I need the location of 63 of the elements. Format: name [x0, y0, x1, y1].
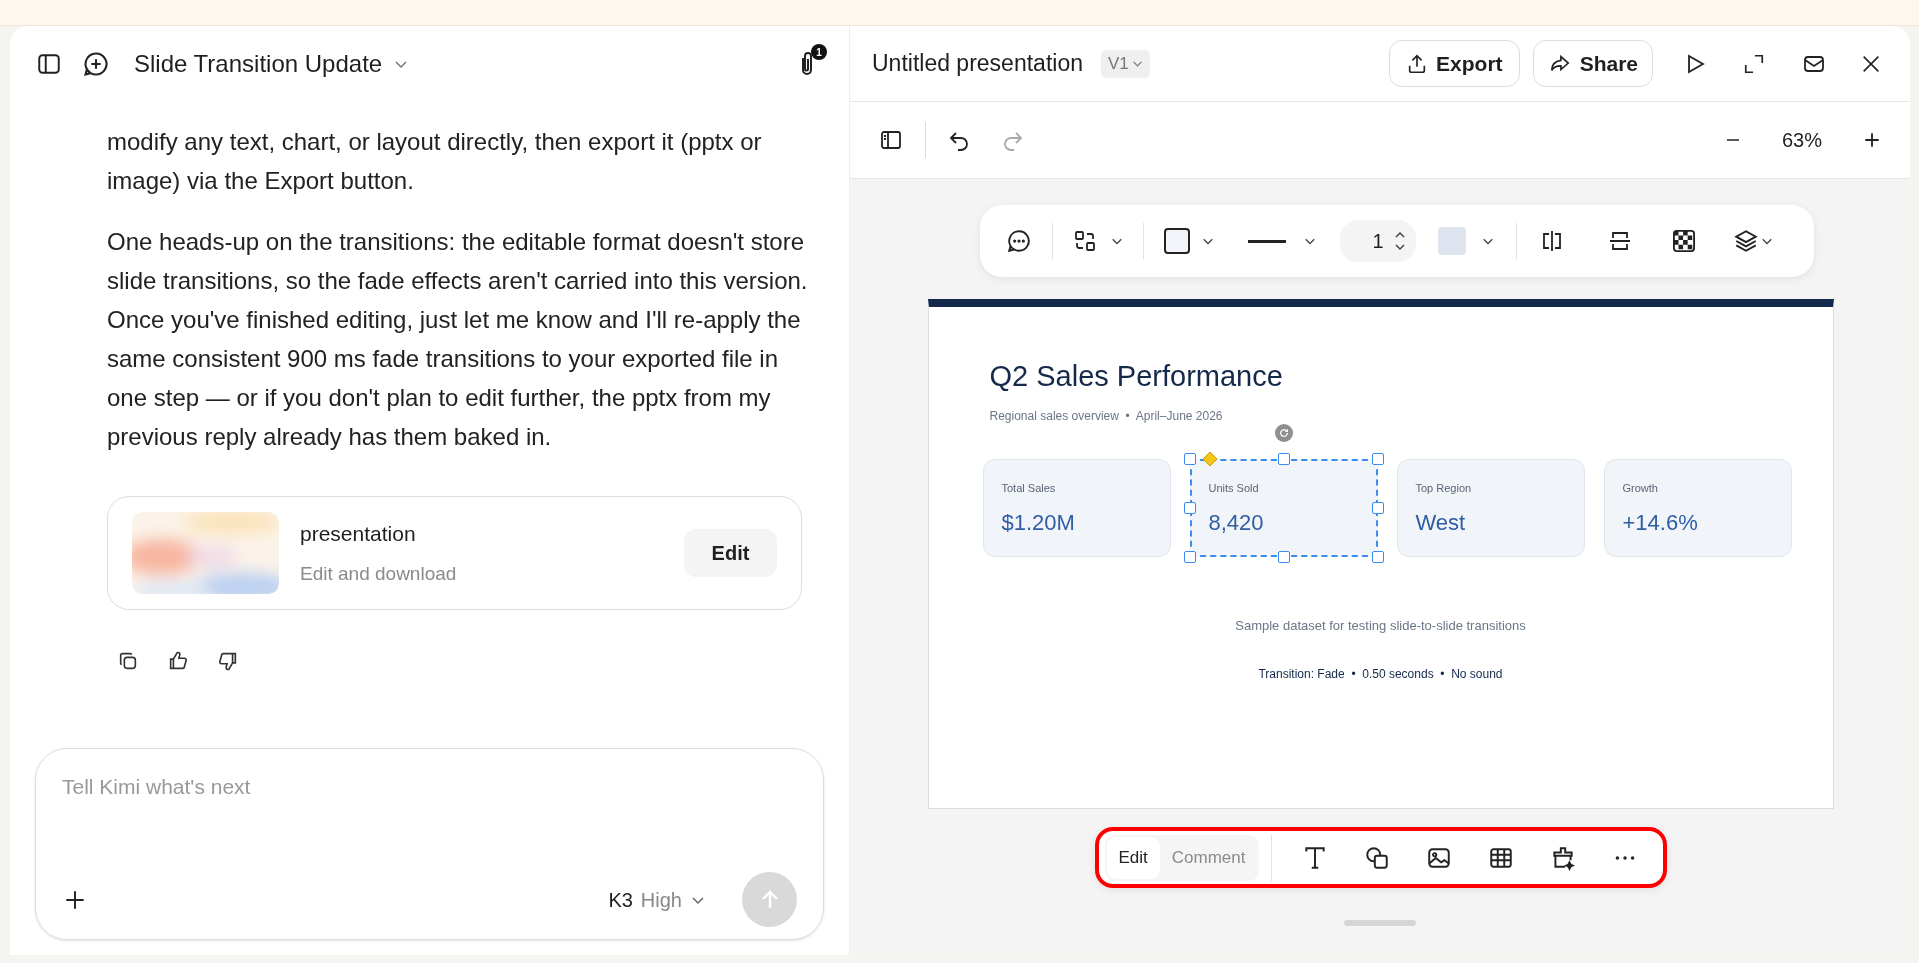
fullscreen-icon[interactable]	[1743, 52, 1765, 75]
line-width-stepper[interactable]: 1	[1339, 220, 1416, 262]
layers-icon	[1732, 228, 1759, 254]
copy-icon[interactable]	[117, 650, 139, 672]
line-style-icon	[1247, 239, 1286, 243]
new-chat-icon[interactable]	[82, 50, 110, 78]
resize-handle[interactable]	[1277, 453, 1290, 465]
fill-dropdown[interactable]	[1163, 228, 1214, 254]
resize-handle[interactable]	[1183, 453, 1196, 465]
file-name: presentation	[300, 521, 417, 547]
adjust-handle[interactable]	[1201, 451, 1218, 467]
file-card[interactable]: presentation Edit and download Edit	[107, 496, 802, 610]
sidebar-toggle-icon[interactable]	[36, 51, 62, 77]
metric-value: $1.20M	[1001, 509, 1075, 537]
metric-label: Top Region	[1415, 481, 1472, 496]
shapes-tool-icon[interactable]	[1364, 844, 1391, 871]
fill-swatch	[1163, 228, 1190, 254]
metric-value: +14.6%	[1622, 509, 1698, 537]
metric-value: West	[1415, 509, 1466, 537]
message-paragraph: One heads-up on the transitions: the editable format doesn't store slide transitions, so the fade effects aren't carried into this version. Once you've finished editing, just let me know and I'll re-apply the same consistent 900 ms fade transitions to your exported file in one step — or if you don't plan to edit further, the pptx from my previous reply already has them baked in.	[107, 227, 809, 452]
slide-footer: Transition: Fade • 0.50 seconds • No sound	[928, 665, 1833, 683]
zoom-level: 63%	[1781, 128, 1822, 153]
panel-toggle-icon[interactable]	[878, 128, 904, 152]
metric-card[interactable]	[1189, 459, 1378, 557]
color-dropdown[interactable]	[1437, 227, 1494, 255]
thumbs-up-icon[interactable]	[167, 650, 189, 672]
thumbs-down-icon[interactable]	[217, 650, 239, 672]
layers-dropdown[interactable]	[1732, 228, 1773, 254]
resize-handle[interactable]	[1344, 920, 1416, 926]
metric-label: Units Sold	[1208, 481, 1259, 496]
replace-shape-icon	[1072, 229, 1097, 253]
resize-handle[interactable]	[1371, 453, 1384, 465]
model-selector[interactable]: K3 High	[608, 884, 706, 915]
file-subtitle: Edit and download	[300, 561, 457, 586]
share-button[interactable]: Share	[1532, 40, 1653, 87]
stepper-arrows-icon[interactable]	[1393, 229, 1406, 253]
metric-label: Total Sales	[1001, 481, 1056, 496]
plugin-tool-icon[interactable]	[1550, 844, 1577, 871]
mode-tab[interactable]: Edit	[1106, 836, 1160, 879]
metric-value: 8,420	[1208, 509, 1264, 537]
attachment-count-badge: 1	[811, 44, 827, 60]
message-paragraph: modify any text, chart, or layout directly, then export it (pptx or image) via the Export button.	[107, 127, 763, 196]
transparency-icon[interactable]	[1672, 230, 1695, 252]
chat-title-dropdown[interactable]: Slide Transition Update	[134, 46, 409, 82]
message-composer[interactable]: Tell Kimi what's next K3 High	[35, 748, 824, 940]
metric-label: Growth	[1622, 481, 1658, 496]
version-dropdown[interactable]: V1	[1100, 49, 1150, 78]
presentation-title[interactable]: Untitled presentation	[872, 46, 1083, 81]
resize-handle[interactable]	[1371, 551, 1384, 563]
resize-handle[interactable]	[1183, 551, 1196, 563]
slide-title: Q2 Sales Performance	[989, 359, 1283, 394]
slide-subtitle: Regional sales overview • April–June 2026	[989, 408, 1223, 425]
replace-shape-dropdown[interactable]	[1072, 229, 1123, 253]
color-swatch	[1437, 227, 1466, 255]
zoom-in-icon[interactable]	[1862, 130, 1882, 150]
edit-button[interactable]: Edit	[684, 529, 777, 577]
resize-handle[interactable]	[1277, 551, 1290, 563]
slide-note: Sample dataset for testing slide-to-slide transitions	[1234, 617, 1527, 635]
line-width-value: 1	[1372, 229, 1384, 254]
comment-icon[interactable]	[1005, 228, 1032, 254]
rotate-handle[interactable]	[1274, 424, 1293, 442]
export-button[interactable]: Export	[1389, 40, 1520, 87]
resize-handle[interactable]	[1183, 502, 1196, 514]
